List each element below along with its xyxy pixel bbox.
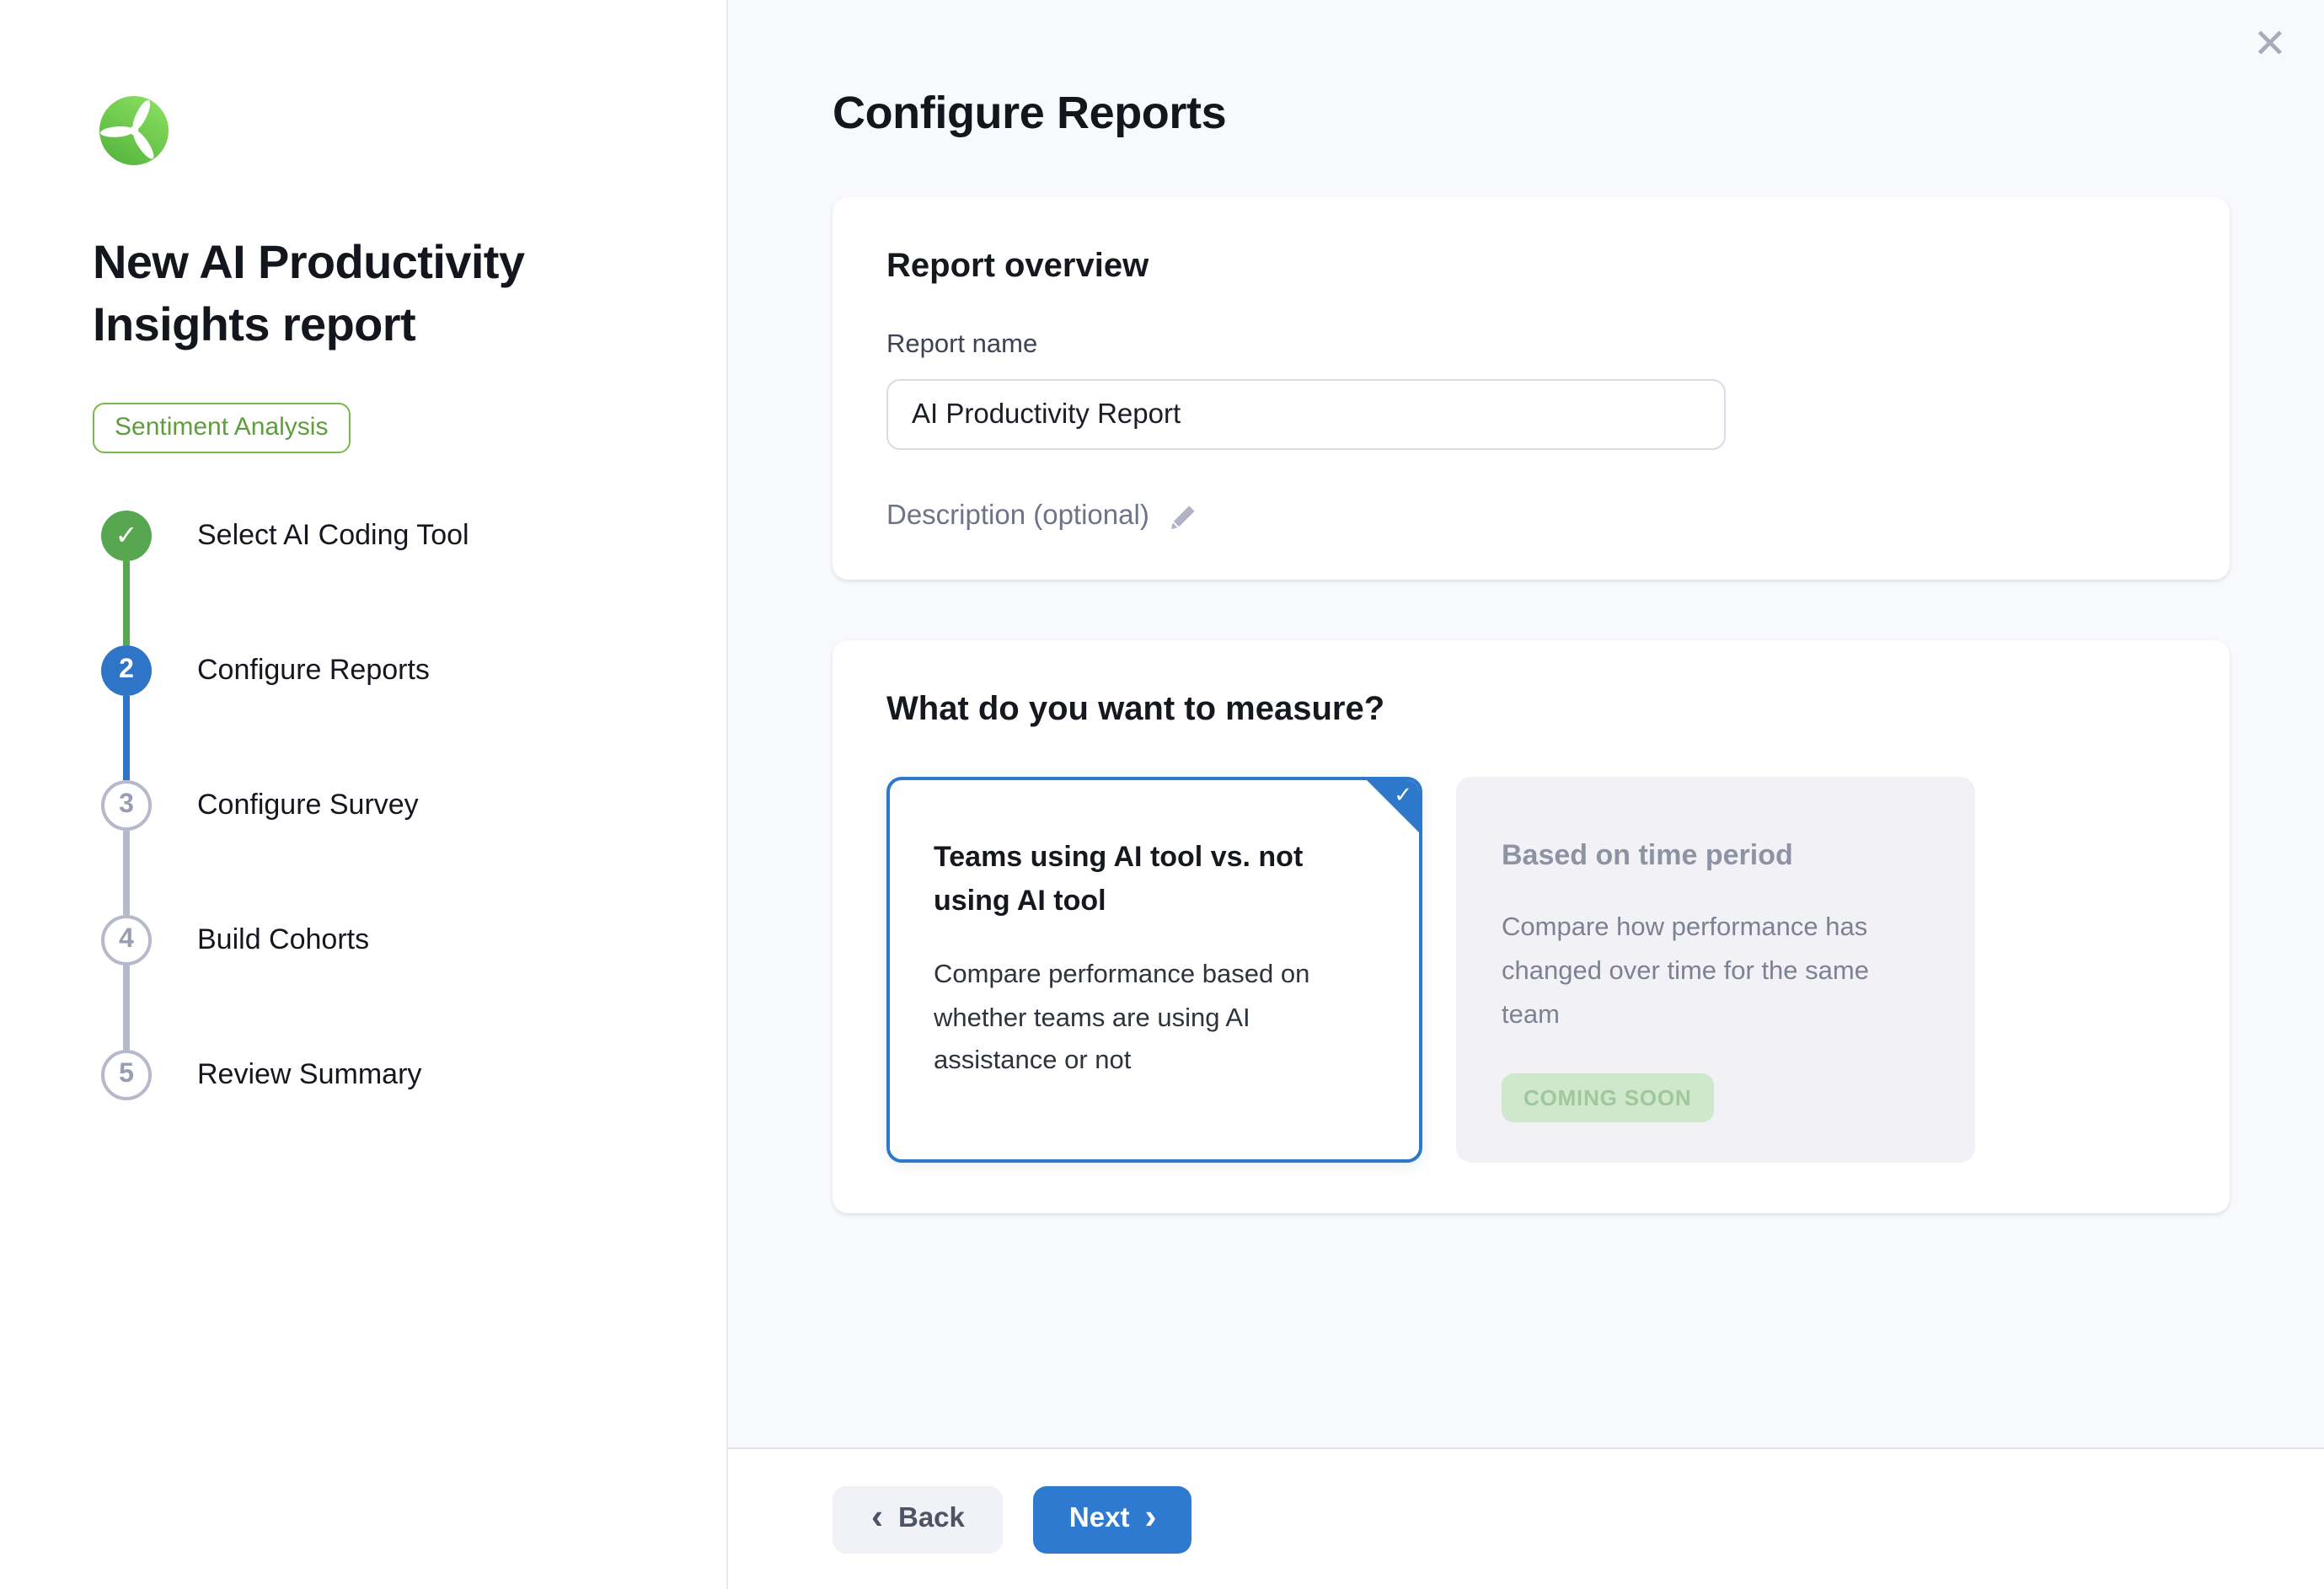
coming-soon-badge: COMING SOON: [1502, 1073, 1714, 1122]
option-teams-vs-not[interactable]: ✓ Teams using AI tool vs. not using AI t…: [886, 777, 1422, 1163]
report-name-label: Report name: [886, 330, 2176, 361]
step-number: 4: [119, 925, 134, 955]
back-button[interactable]: ‹ Back: [833, 1485, 1004, 1553]
wizard-window: New AI Productivity Insights report Sent…: [0, 0, 2324, 1589]
step-label: Configure Reports: [197, 654, 430, 687]
description-optional-label: Description (optional): [886, 500, 1149, 532]
measure-options: ✓ Teams using AI tool vs. not using AI t…: [886, 777, 2176, 1163]
option-title: Based on time period: [1502, 834, 1930, 879]
step-5-indicator: 5: [101, 1050, 152, 1100]
report-overview-title: Report overview: [886, 248, 2176, 286]
propeller-logo-icon: [99, 96, 169, 165]
step-build-cohorts[interactable]: 4 Build Cohorts: [93, 915, 726, 966]
selected-corner: [1365, 778, 1421, 834]
report-overview-card: Report overview Report name Description …: [833, 197, 2230, 580]
wizard-stepper: ✓ Select AI Coding Tool 2 Configure Repo…: [93, 511, 726, 1100]
pencil-icon: [1168, 501, 1198, 532]
step-configure-survey[interactable]: 3 Configure Survey: [93, 780, 726, 831]
check-icon: ✓: [1394, 784, 1412, 809]
step-label: Review Summary: [197, 1058, 421, 1092]
step-number: 2: [119, 655, 134, 686]
step-label: Configure Survey: [197, 789, 419, 822]
option-description: Compare performance based on whether tea…: [934, 953, 1375, 1083]
step-3-indicator: 3: [101, 780, 152, 831]
option-description: Compare how performance has changed over…: [1502, 907, 1930, 1038]
report-name-input[interactable]: [886, 379, 1726, 450]
step-2-indicator: 2: [101, 645, 152, 696]
step-number: 5: [119, 1060, 134, 1090]
step-label: Build Cohorts: [197, 923, 369, 957]
step-select-ai-coding-tool[interactable]: ✓ Select AI Coding Tool: [93, 511, 726, 561]
page-title: Configure Reports: [833, 0, 2230, 140]
step-connector: [123, 966, 130, 1050]
step-connector: [123, 831, 130, 915]
step-connector: [123, 696, 130, 780]
add-description-control[interactable]: Description (optional): [886, 500, 1198, 532]
option-title: Teams using AI tool vs. not using AI too…: [934, 836, 1375, 924]
option-time-period: Based on time period Compare how perform…: [1456, 777, 1975, 1163]
main-panel: ✕ Configure Reports Report overview Repo…: [728, 0, 2324, 1589]
step-1-indicator: ✓: [101, 511, 152, 561]
measure-question: What do you want to measure?: [886, 691, 2176, 730]
sentiment-analysis-badge: Sentiment Analysis: [93, 403, 350, 453]
sidebar: New AI Productivity Insights report Sent…: [0, 0, 728, 1589]
check-icon: ✓: [115, 519, 138, 553]
step-4-indicator: 4: [101, 915, 152, 966]
step-number: 3: [119, 790, 134, 821]
next-button-label: Next: [1069, 1503, 1130, 1535]
close-icon[interactable]: ✕: [2253, 24, 2287, 64]
step-label: Select AI Coding Tool: [197, 519, 469, 553]
chevron-left-icon: ‹: [871, 1500, 883, 1535]
back-button-label: Back: [898, 1503, 965, 1535]
chevron-right-icon: ›: [1144, 1500, 1156, 1535]
step-connector: [123, 561, 130, 645]
measure-card: What do you want to measure? ✓ Teams usi…: [833, 640, 2230, 1213]
next-button[interactable]: Next ›: [1034, 1485, 1192, 1553]
step-review-summary[interactable]: 5 Review Summary: [93, 1050, 726, 1100]
wizard-title: New AI Productivity Insights report: [93, 233, 659, 357]
wizard-footer: ‹ Back Next ›: [728, 1447, 2324, 1589]
configure-reports-content: ✕ Configure Reports Report overview Repo…: [728, 0, 2324, 1447]
step-configure-reports[interactable]: 2 Configure Reports: [93, 645, 726, 696]
